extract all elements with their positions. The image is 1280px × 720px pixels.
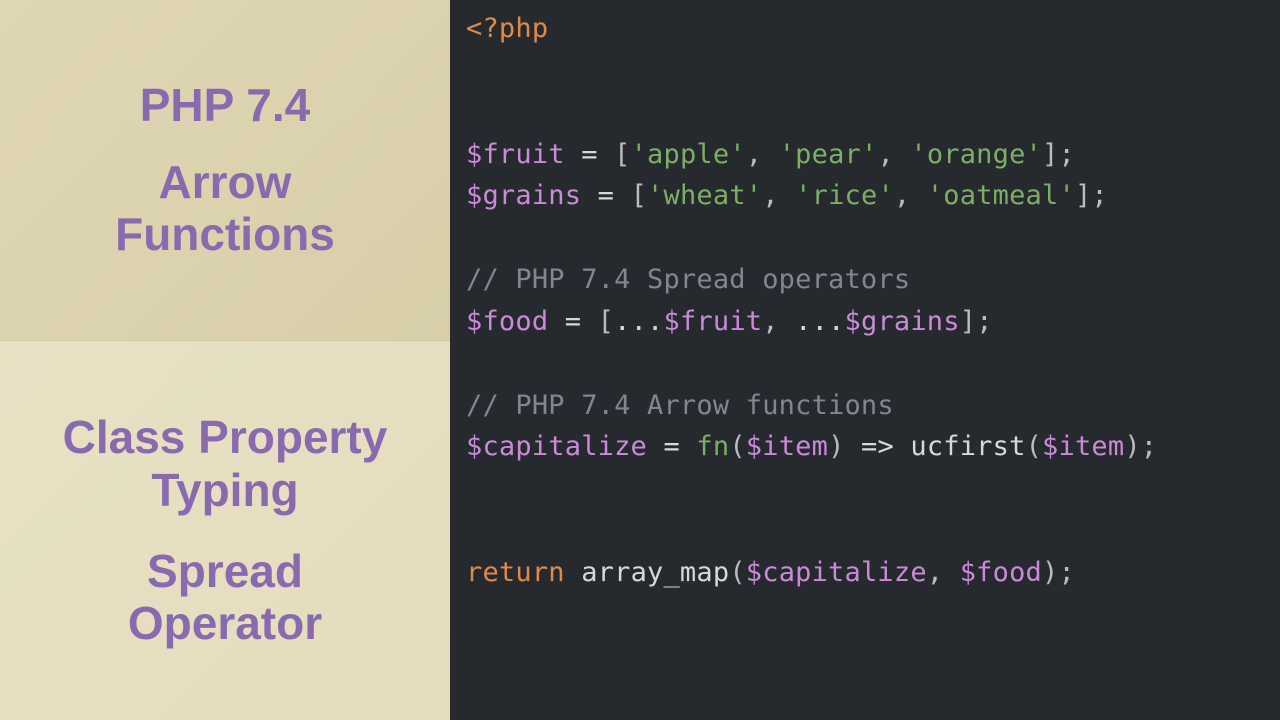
var-item: $item [746,431,828,462]
punct-rparen: ) [828,431,844,462]
punct-semi: ; [1058,557,1074,588]
punct-semi: ; [1141,431,1157,462]
op-eq: = [548,306,597,337]
code-block: <?php $fruit = ['apple', 'pear', 'orange… [466,8,1270,594]
root: PHP 7.4 Arrow Functions Class Property T… [0,0,1280,720]
punct-rbracket: ] [1075,180,1091,211]
var-grains: $grains [845,306,960,337]
func-array-map: array_map [581,557,729,588]
str-pear: 'pear' [779,139,878,170]
panel-top: PHP 7.4 Arrow Functions [0,0,450,340]
op-eq: = [581,180,630,211]
str-rice: 'rice' [795,180,894,211]
punct-lparen: ( [1026,431,1042,462]
heading-line: Functions [115,208,335,260]
comment-arrow: // PHP 7.4 Arrow functions [466,390,894,421]
punct-lparen: ( [729,431,745,462]
kw-fn: fn [696,431,729,462]
punct-semi: ; [1091,180,1107,211]
heading-class-property-typing: Class Property Typing [63,411,388,517]
str-orange: 'orange' [910,139,1042,170]
punct-lparen: ( [729,557,745,588]
var-food: $food [960,557,1042,588]
var-fruit: $fruit [466,139,565,170]
punct-comma: , [746,139,779,170]
punct-semi: ; [976,306,992,337]
var-item: $item [1042,431,1124,462]
punct-comma: , [927,557,960,588]
punct-comma: , [762,306,795,337]
var-capitalize: $capitalize [466,431,647,462]
op-eq: = [647,431,696,462]
heading-line: Class Property [63,411,388,463]
punct-comma: , [762,180,795,211]
op-spread: ... [614,306,663,337]
str-oatmeal: 'oatmeal' [927,180,1075,211]
str-wheat: 'wheat' [647,180,762,211]
heading-line: Spread [147,545,303,597]
heading-php74: PHP 7.4 [140,79,310,132]
op-eq: = [565,139,614,170]
heading-spread-operator: Spread Operator [128,545,322,651]
panel-bottom: Class Property Typing Spread Operator [0,340,450,720]
punct-rparen: ) [1042,557,1058,588]
punct-lbracket: [ [598,306,614,337]
var-capitalize: $capitalize [746,557,927,588]
var-grains: $grains [466,180,581,211]
punct-rparen: ) [1124,431,1140,462]
punct-rbracket: ] [960,306,976,337]
left-column: PHP 7.4 Arrow Functions Class Property T… [0,0,450,720]
punct-lbracket: [ [614,139,630,170]
func-ucfirst: ucfirst [910,431,1025,462]
kw-return: return [466,557,565,588]
op-arrow: => [845,431,911,462]
php-open-tag: <?php [466,13,548,44]
punct-rbracket: ] [1042,139,1058,170]
heading-line: Typing [151,464,298,516]
punct-comma: , [877,139,910,170]
op-spread: ... [795,306,844,337]
heading-line: Operator [128,597,322,649]
heading-arrow-functions: Arrow Functions [115,156,335,262]
punct-lbracket: [ [631,180,647,211]
var-fruit: $fruit [664,306,763,337]
punct-comma: , [894,180,927,211]
var-food: $food [466,306,548,337]
comment-spread: // PHP 7.4 Spread operators [466,264,910,295]
code-editor[interactable]: <?php $fruit = ['apple', 'pear', 'orange… [450,0,1280,720]
punct-semi: ; [1058,139,1074,170]
heading-line: Arrow [159,156,292,208]
str-apple: 'apple' [631,139,746,170]
